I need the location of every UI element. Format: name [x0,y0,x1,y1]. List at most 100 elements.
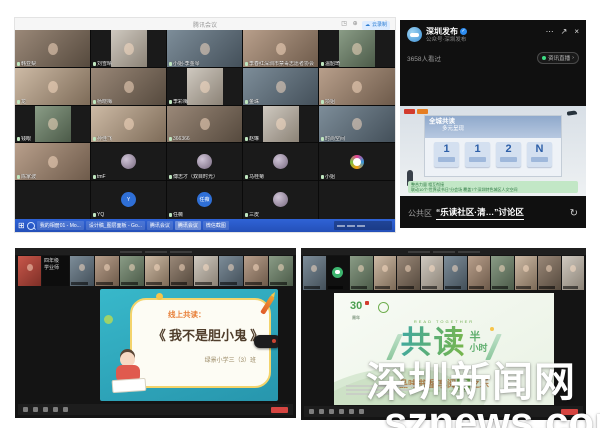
avatar: 任薇 [197,192,212,207]
taskbar-item[interactable]: 微信截图 [203,221,229,230]
participant-tile[interactable]: tmF [91,143,167,181]
meeting-toolbar[interactable] [18,404,293,415]
account-name: 深圳发布 [426,27,458,36]
filmstrip-tile[interactable] [444,256,467,290]
filmstrip-tile[interactable] [120,256,144,286]
participant-tile[interactable]: 孙佳飞 [91,106,167,144]
filmstrip-tile[interactable] [170,256,194,286]
avatar [121,154,136,169]
green-avatar-icon [332,267,343,278]
cloud-icon: ☁ [365,22,370,29]
participant-tile[interactable]: 金珠 [243,68,319,106]
taskbar-item[interactable]: 设计稿_图层面板 - Go... [86,221,145,230]
participant-tile[interactable]: 李彩梅 [167,68,243,106]
participant-tile[interactable]: 马桂菊 [243,143,319,181]
chevron-right-icon: › [572,55,574,61]
participant-tile[interactable]: 钱眼 [15,106,91,144]
cloud-record-badge[interactable]: ☁ 云录制 [362,21,390,30]
account-avatar[interactable] [407,27,422,42]
participant-tile[interactable]: YYQ [91,181,167,219]
filmstrip-tile[interactable] [70,256,94,286]
filmstrip-tile[interactable] [538,256,561,290]
mic-icon [17,100,20,104]
leave-meeting-button[interactable] [271,407,288,413]
footnote-lines [346,385,424,397]
participant-tile[interactable]: 小姐 [319,143,395,181]
filmstrip-tile[interactable] [194,256,218,286]
read-together-window: 30 周年 READ TOGETHER 共读 半 小时 品味书香·享阅读之乐 [301,248,586,420]
filmstrip-tile[interactable] [515,256,538,290]
participant-tile[interactable] [319,181,395,219]
start-button-icon[interactable]: ⊞ [18,222,25,230]
live-header: 深圳发布 ✓ 公众号·深圳发布 ⋯ ↗ × [407,27,579,45]
camera-icon [33,407,38,412]
filmstrip-tile[interactable] [303,256,326,290]
participant-tile[interactable]: 李春红深圳市禁毒志愿者协会 [243,30,319,68]
stat-blocks: 112N [425,142,561,167]
camera-icon [319,409,324,414]
participant-name: 任薇 [169,212,183,218]
participant-tile[interactable]: 刘雪晴 [91,30,167,68]
filmstrip-tile[interactable] [219,256,243,286]
discussion-topic-link[interactable]: “乐读社区·清…”讨论区 [436,206,524,220]
filmstrip-tile[interactable] [468,256,491,290]
participant-tile[interactable]: 傅志才（双目时光） [167,143,243,181]
participant-tile[interactable]: 三皮 [243,181,319,219]
members-icon [339,409,344,414]
filmstrip-tile[interactable] [145,256,169,286]
class-name: 绿景小学三（3）班 [205,355,256,364]
filmstrip-tile[interactable] [350,256,373,290]
filmstrip-tile[interactable] [421,256,444,290]
mic-icon [321,62,324,66]
leave-meeting-button[interactable] [561,409,578,415]
logo-avatar [350,155,364,169]
participant-tile[interactable]: 温韶琦 [319,30,395,68]
taskbar-item[interactable]: 我的相册01 - Mo... [37,221,84,230]
expand-icon[interactable]: ↗ [561,27,568,45]
close-icon[interactable]: × [574,27,579,45]
participant-tile[interactable]: 赵琳 [243,106,319,144]
more-icon[interactable]: ⋯ [546,27,554,45]
filmstrip-tile[interactable] [269,256,293,286]
participant-tile[interactable]: 韩亚梨 [15,30,91,68]
meeting-title: 腾讯会议 [15,20,395,29]
live-stream-panel: 深圳发布 ✓ 公众号·深圳发布 ⋯ ↗ × 3658人看过 资讯直播 › [400,20,586,228]
channel-badge-icon [404,109,415,114]
decor-circle [104,315,113,324]
participant-tile[interactable]: 366366 [167,106,243,144]
participant-tile[interactable]: 小姐-李金琴 [167,30,243,68]
participant-tile[interactable]: 陈家波 [15,143,91,181]
windows-taskbar[interactable]: ⊞ 我的相册01 - Mo...设计稿_图层面板 - Go...腾讯会议腾讯会议… [15,219,395,232]
taskbar-item[interactable]: 腾讯会议 [175,221,201,230]
filmstrip-tile[interactable] [244,256,268,286]
filmstrip-tile[interactable] [397,256,420,290]
screenshot-collage: 腾讯会议 ◳ ⊕ ♪ ⚙ ⋮ ☁ 云录制 韩亚梨刘雪晴小姐-李金琴李春红深圳市禁… [0,0,600,428]
decor-circle [156,293,163,300]
live-channel-button[interactable]: 资讯直播 › [537,52,579,64]
filmstrip-tile[interactable] [374,256,397,290]
sidebar-label: 四年级 学业师 [42,256,69,286]
chat-icon [63,407,68,412]
stat-block: 2 [496,142,521,167]
participant-tile[interactable]: 杨晓梅 [91,68,167,106]
participant-tile[interactable]: 龙 [15,68,91,106]
participant-name: 366366 [169,136,190,142]
search-icon[interactable] [27,222,35,230]
taskbar-item[interactable]: 腾讯会议 [147,221,173,230]
participant-name: 赵琳 [245,136,259,142]
system-tray[interactable] [334,221,392,230]
filmstrip-tile[interactable] [95,256,119,286]
participant-tile[interactable]: 任薇任薇 [167,181,243,219]
participant-tile[interactable]: 时尚空间 [319,106,395,144]
participant-tile[interactable]: 项姐 [319,68,395,106]
filmstrip-tile[interactable] [562,256,585,290]
filmstrip-tile[interactable] [327,256,350,290]
filmstrip-tile[interactable] [18,256,41,286]
participant-tile[interactable] [15,181,91,219]
rotate-screen-icon[interactable]: ↻ [570,208,578,219]
meeting-toolbar[interactable] [304,406,583,417]
mic-icon [17,175,20,179]
live-video-frame[interactable]: 全城共读 多元呈现 112N 整合力量 相互衔接 联动10个“世界读书日”分会场… [400,106,586,196]
filmstrip-tile[interactable] [491,256,514,290]
participant-name: 李春红深圳市禁毒志愿者协会 [245,61,314,67]
